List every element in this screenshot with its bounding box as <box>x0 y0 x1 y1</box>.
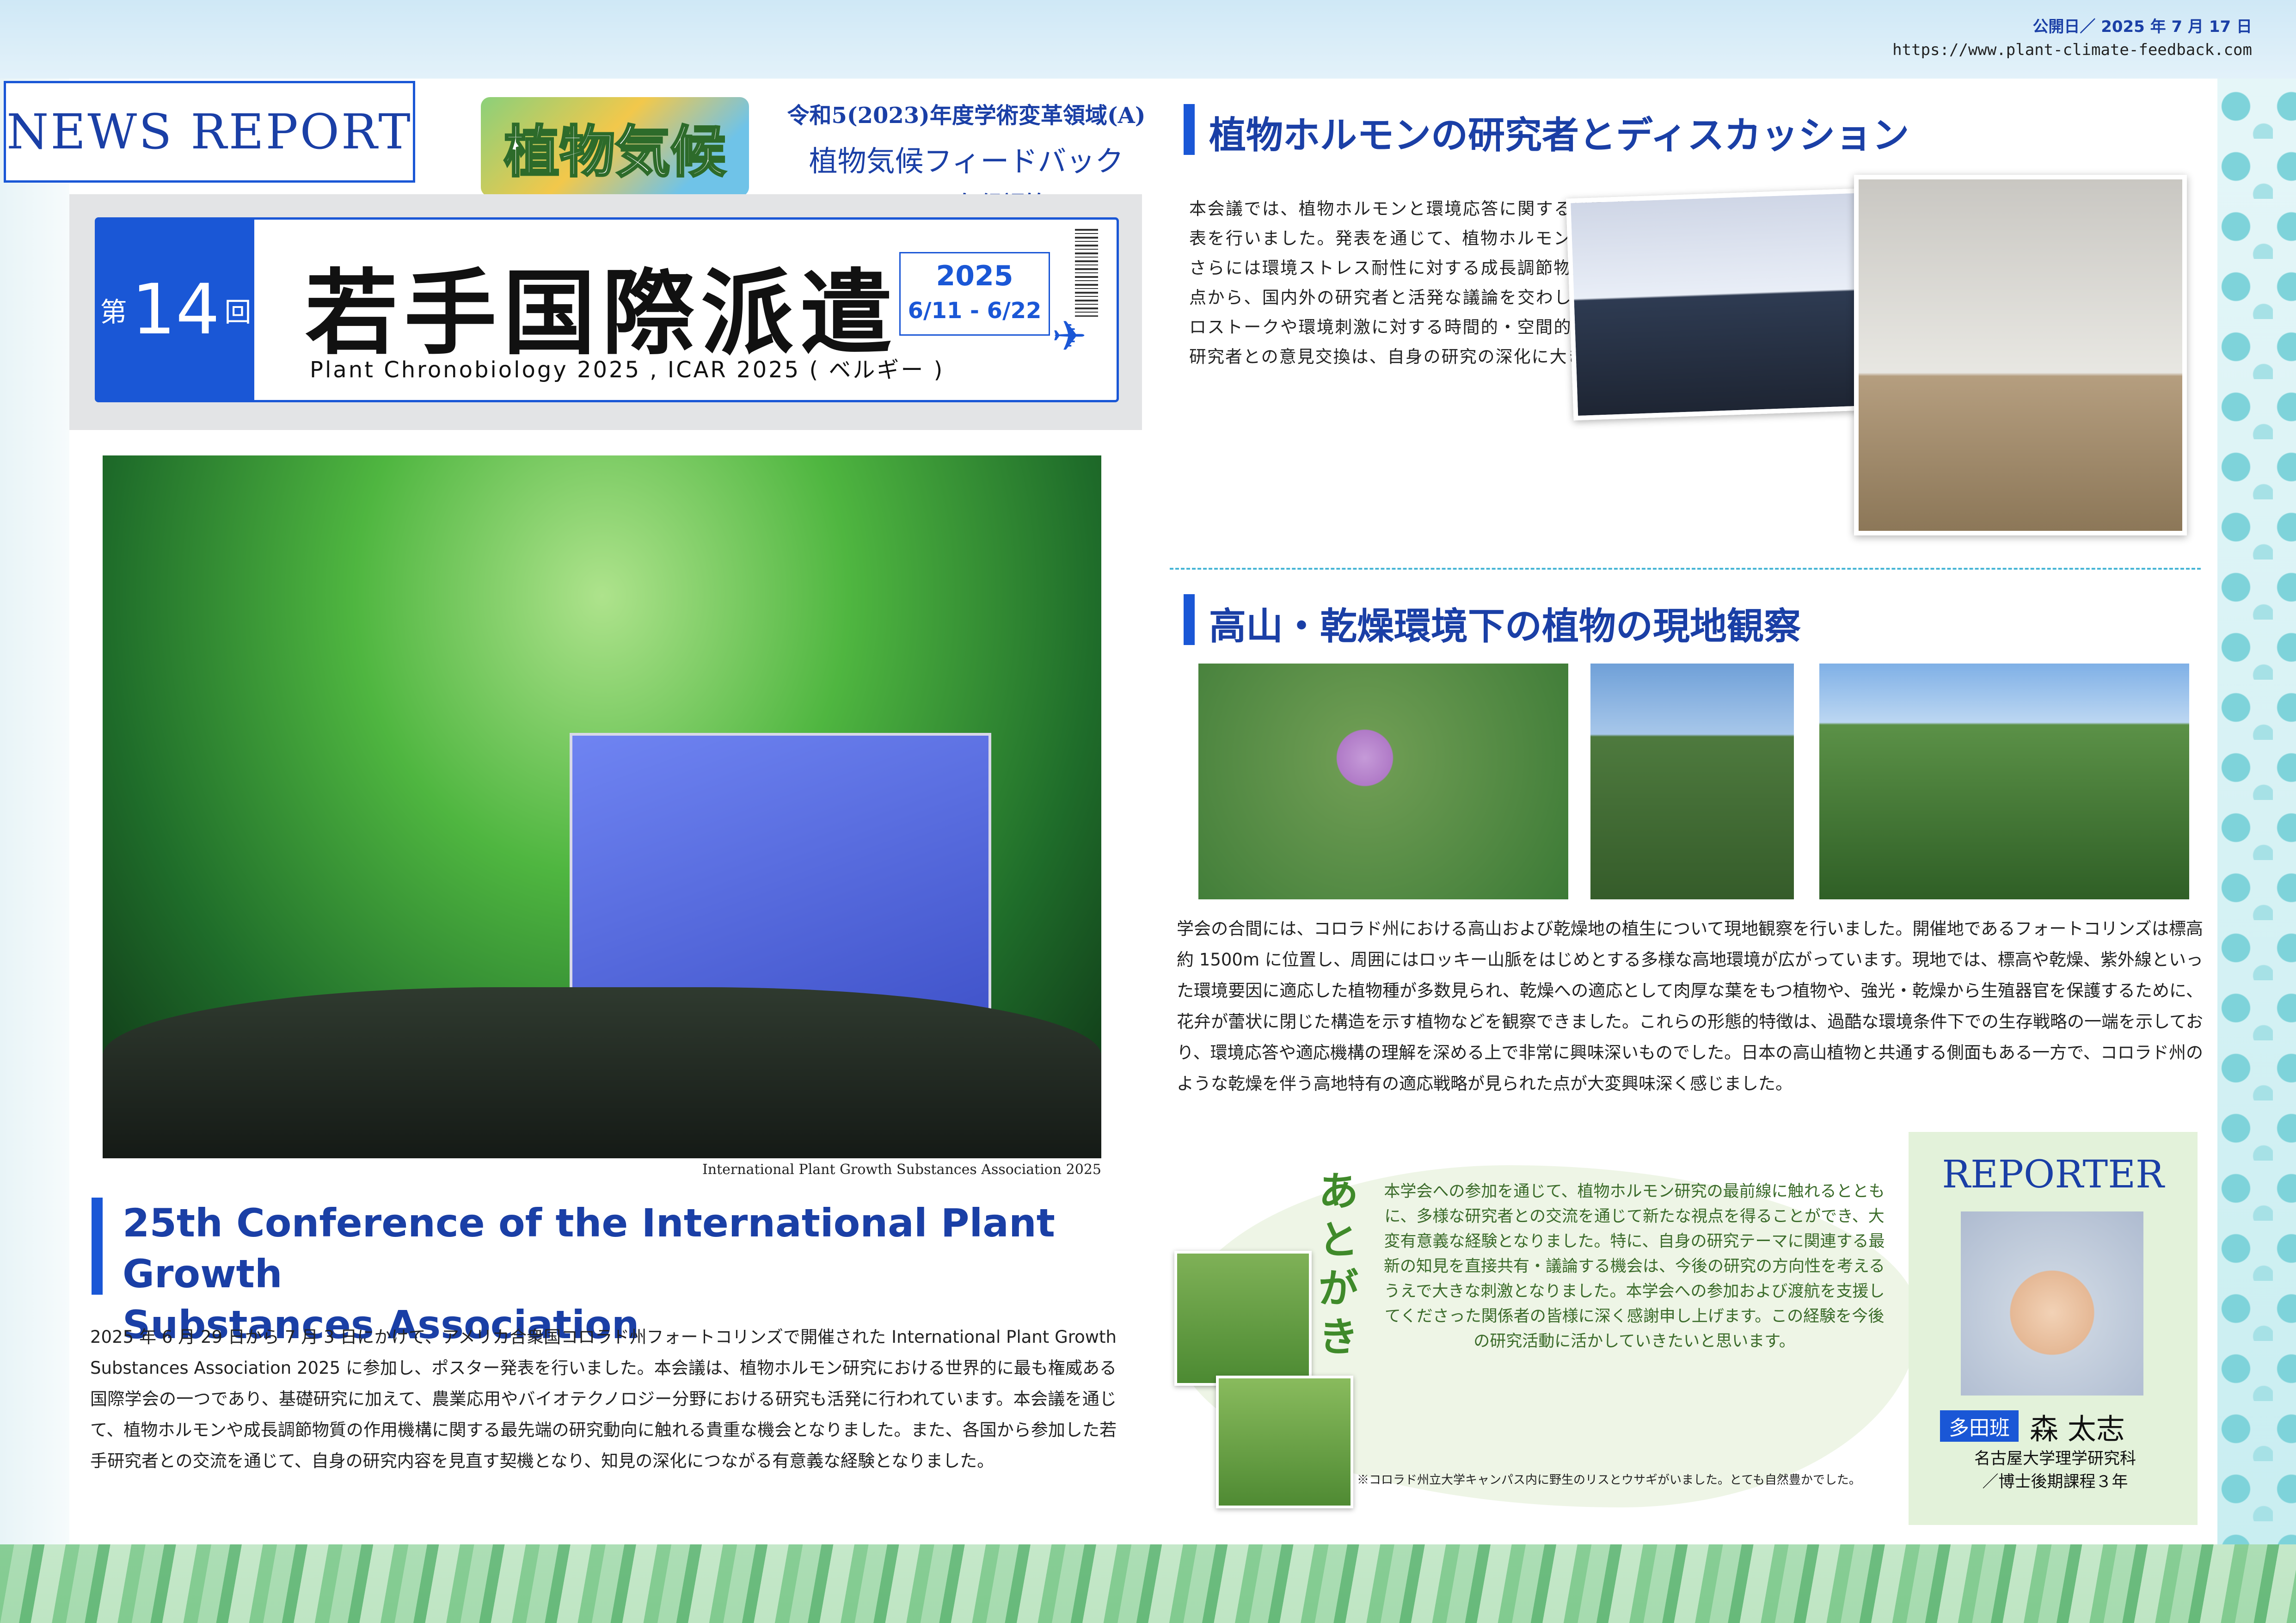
reporter-heading: REPORTER <box>1942 1153 2164 1197</box>
bottom-leaf-decoration <box>0 1544 2296 1623</box>
hormone-heading: 植物ホルモンの研究者とディスカッション <box>1209 114 1909 157</box>
grant-program: 令和5(2023)年度学術変革領域(A) <box>787 103 1146 129</box>
audience-silhouette <box>103 987 1101 1158</box>
dispatch-dates: 6/11 - 6/22 <box>908 298 1042 324</box>
issue-suffix: 回 <box>224 296 252 328</box>
milkweed-photo <box>1590 664 1794 899</box>
airplane-icon: ✈ <box>1052 312 1087 361</box>
afterword-body: 本学会への参加を通じて、植物ホルモン研究の最前線に触れるとともに、多様な研究者と… <box>1384 1182 1885 1351</box>
dispatch-date-box: 2025 6/11 - 6/22 <box>899 252 1050 336</box>
section-bar <box>92 1198 103 1295</box>
section-bar <box>1184 104 1195 155</box>
pine-tree-photo <box>1819 664 2189 899</box>
rabbit-photo <box>1216 1376 1353 1508</box>
squirrel-photo <box>1174 1251 1312 1386</box>
site-url[interactable]: https://www.plant-climate-feedback.com <box>1892 41 2252 59</box>
publish-date: 公開日／ 2025 年 7 月 17 日 <box>2032 18 2252 36</box>
left-decoration <box>0 79 69 1544</box>
purple-flower-photo <box>1198 664 1568 899</box>
issue-prefix: 第 <box>100 296 127 328</box>
project-logo: 植物気候 <box>481 97 749 197</box>
presenter-photo <box>1854 175 2187 535</box>
section-bar <box>1184 594 1195 645</box>
section-divider <box>1170 568 2201 570</box>
reporter-affiliation: 名古屋大学理学研究科 ／博士後期課程３年 <box>1919 1447 2192 1494</box>
reporter-portrait <box>1961 1211 2143 1396</box>
news-report-title: NEWS REPORT <box>4 81 415 183</box>
dispatch-year: 2025 <box>936 260 1013 292</box>
conference-photo <box>103 455 1101 1158</box>
afterword-heading: あとがき <box>1319 1168 1358 1360</box>
reporter-affiliation-line2: ／博士後期課程３年 <box>1982 1473 2128 1491</box>
grant-project-name: 植物気候フィードバック <box>809 144 1124 178</box>
reporter-affiliation-line1: 名古屋大学理学研究科 <box>1974 1450 2136 1468</box>
issue-badge: 第 14 回 <box>97 220 254 400</box>
reporter-group-tag: 多田班 <box>1940 1410 2019 1442</box>
conference-body: 2025 年 6 月 29 日から 7 月 3 日にかけて、アメリカ合衆国コロラ… <box>90 1327 1117 1471</box>
ticket-banner: 第 14 回 若手国際派遣 2025 6/11 - 6/22 ✈ Plant C… <box>95 217 1119 402</box>
reporter-name: 森 太志 <box>2030 1412 2125 1446</box>
conference-title-line1: 25th Conference of the International Pla… <box>123 1200 1055 1297</box>
event-list: Plant Chronobiology 2025 , ICAR 2025 ( ベ… <box>310 357 945 383</box>
photo-caption: International Plant Growth Substances As… <box>702 1162 1101 1178</box>
alpine-heading: 高山・乾燥環境下の植物の現地観察 <box>1209 605 1801 648</box>
right-bubble-decoration <box>2217 79 2296 1544</box>
issue-number: 14 <box>131 270 220 350</box>
afterword-note: ※コロラド州立大学キャンパス内に野生のリスとウサギがいました。とても自然豊かでし… <box>1357 1473 1861 1487</box>
poster-session-photo <box>1565 188 1879 421</box>
alpine-body: 学会の合間には、コロラド州における高山および乾燥地の植生について現地観察を行いま… <box>1177 919 2203 1094</box>
ticket-banner-area: 第 14 回 若手国際派遣 2025 6/11 - 6/22 ✈ Plant C… <box>69 194 1142 430</box>
barcode-icon <box>1075 229 1098 317</box>
